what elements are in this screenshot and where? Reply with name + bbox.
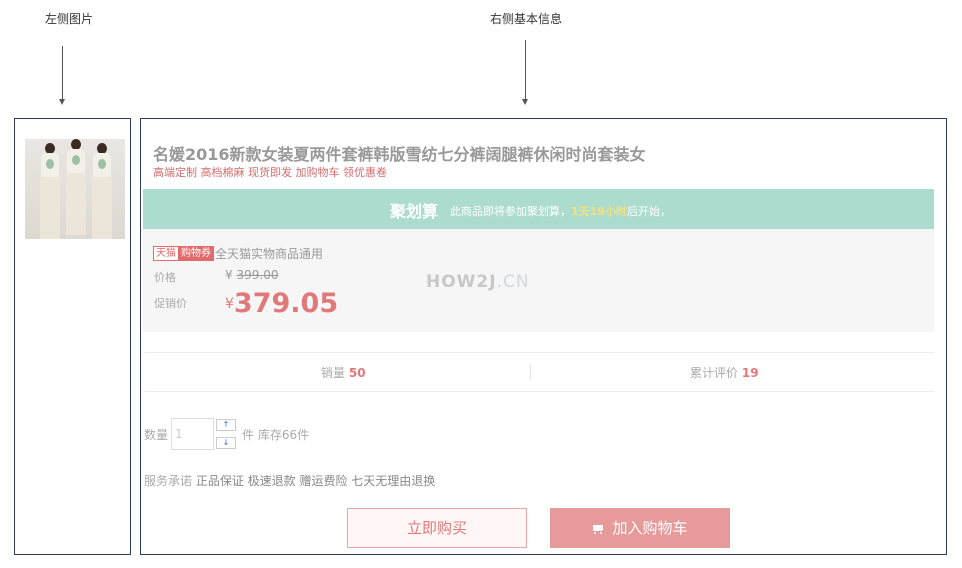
left-image-panel [14, 118, 131, 555]
juhuasuan-logo: 聚划算 [390, 202, 439, 221]
quantity-input[interactable]: 1 [171, 418, 214, 450]
quantity-increase-button[interactable]: ↑ [216, 419, 236, 431]
promo-price-label: 促销价 [154, 297, 187, 310]
model-figure [39, 143, 61, 239]
coupon-tag: 购物券 [178, 246, 214, 261]
annotation-arrow-left [59, 46, 65, 105]
buy-now-button[interactable]: 立即购买 [347, 508, 527, 548]
quantity-label: 数量 [144, 428, 169, 442]
promo-price: ¥379.05 [225, 288, 339, 319]
original-price-label: 价格 [154, 271, 176, 284]
model-figure [91, 143, 113, 239]
product-thumbnail[interactable] [25, 139, 125, 239]
annotation-left-label: 左侧图片 [45, 12, 94, 26]
juhuasuan-text: 此商品即将参加聚划算，1天19小时后开始， [450, 203, 671, 219]
right-info-panel [140, 118, 947, 555]
juhuasuan-text-after: 后开始， [626, 205, 671, 218]
add-to-cart-label: 加入购物车 [612, 519, 688, 537]
watermark: HOW2J.CN [426, 272, 530, 292]
annotation-arrow-right [522, 40, 528, 105]
sales-count: 销量 50 [321, 366, 366, 380]
juhuasuan-banner: 聚划算 此商品即将参加聚划算，1天19小时后开始， [143, 189, 934, 229]
annotation-right-label: 右侧基本信息 [490, 12, 563, 26]
quantity-decrease-button[interactable]: ↓ [216, 437, 236, 449]
stock-info: 件 库存66件 [242, 428, 310, 442]
price-area: HOW2J.CN 天猫 购物券 全天猫实物商品通用 价格 ¥ 399.00 促销… [143, 229, 934, 332]
product-title: 名媛2016新款女装夏两件套裤韩版雪纺七分裤阔腿裤休闲时尚套装女 [153, 145, 646, 164]
model-figure [65, 139, 87, 239]
stats-bar: 销量 50 累计评价 19 [143, 352, 934, 392]
add-to-cart-button[interactable]: 加入购物车 [550, 508, 730, 548]
cart-icon [592, 525, 604, 534]
product-subtitle: 高端定制 高档棉麻 现货即发 加购物车 领优惠卷 [153, 166, 387, 179]
service-promise: 服务承诺 正品保证 极速退款 赠运费险 七天无理由退换 [144, 474, 436, 488]
coupon-description: 全天猫实物商品通用 [215, 247, 324, 261]
juhuasuan-text-before: 此商品即将参加聚划算， [450, 205, 571, 218]
stats-divider [530, 364, 531, 380]
original-price: ¥ 399.00 [225, 268, 279, 282]
juhuasuan-countdown: 1天19小时 [571, 205, 627, 218]
review-count[interactable]: 累计评价 19 [690, 364, 759, 381]
tmall-tag: 天猫 [153, 246, 179, 261]
